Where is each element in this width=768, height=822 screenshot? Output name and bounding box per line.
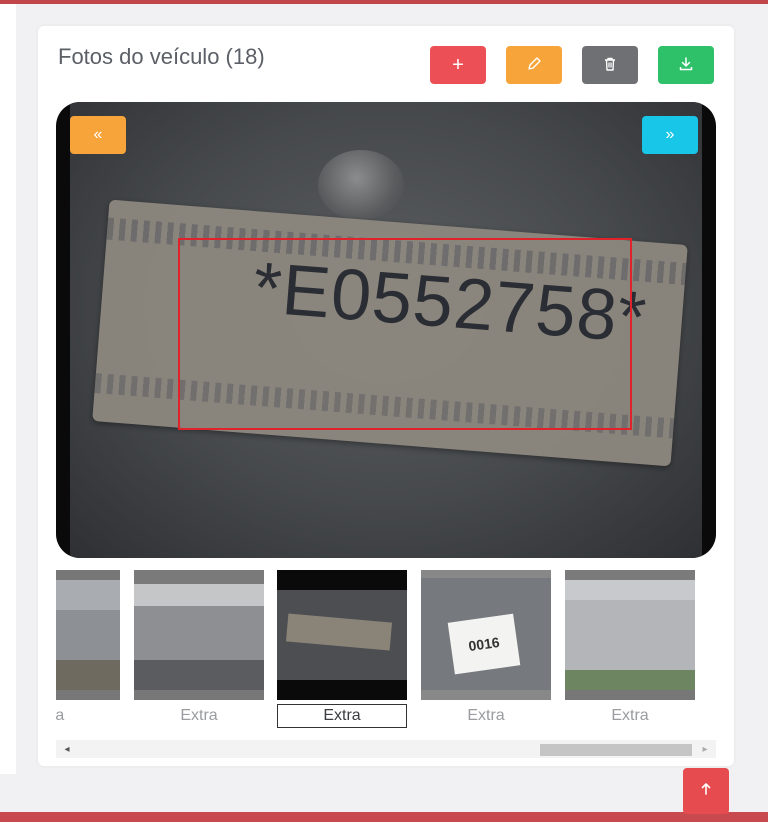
thumbnail-image xyxy=(565,570,695,700)
trash-icon xyxy=(602,56,618,75)
card-title: Fotos do veículo (18) xyxy=(58,44,265,69)
thumbnail-item[interactable]: Extra xyxy=(565,570,695,730)
photo-viewer[interactable]: *E0552758* « » xyxy=(56,102,716,558)
add-photo-button[interactable]: + xyxy=(430,46,486,84)
thumbnail-caption: Extra xyxy=(277,704,407,728)
thumbnail-card-text: 0016 xyxy=(447,613,521,675)
thumbnail-strip: tra Extra Extra 0016 Extra Extra xyxy=(56,570,716,732)
delete-photo-button[interactable] xyxy=(582,46,638,84)
detection-box xyxy=(178,238,632,430)
thumbnail-caption: tra xyxy=(56,707,65,724)
thumbnail-scrollbar[interactable]: ◂ ▸ xyxy=(56,740,716,758)
arrow-up-icon xyxy=(699,782,713,801)
thumbnail-image xyxy=(56,570,120,700)
bottom-bar xyxy=(0,812,768,822)
download-icon xyxy=(678,56,694,75)
thumbnail-item[interactable]: Extra xyxy=(134,570,264,730)
thumbnail-caption: Extra xyxy=(467,707,505,724)
scrollbar-thumb[interactable] xyxy=(540,744,692,756)
thumbnail-caption: Extra xyxy=(180,707,218,724)
thumbnail-caption: Extra xyxy=(611,707,649,724)
thumbnail-item-selected[interactable]: Extra xyxy=(277,570,407,730)
thumbnail-image xyxy=(277,570,407,700)
thumbnail-image xyxy=(134,570,264,700)
scroll-right-arrow-icon[interactable]: ▸ xyxy=(698,742,712,756)
vehicle-photos-card: Fotos do veículo (18) + *E0552758* « » t… xyxy=(38,26,734,766)
download-photo-button[interactable] xyxy=(658,46,714,84)
previous-photo-button[interactable]: « xyxy=(70,116,126,154)
back-to-top-button[interactable] xyxy=(683,768,729,814)
plus-icon: + xyxy=(452,53,464,76)
thumbnail-item[interactable]: 0016 Extra xyxy=(421,570,551,730)
left-panel-edge xyxy=(0,4,16,774)
photo-bolt-detail xyxy=(318,150,404,220)
top-bar xyxy=(0,0,768,4)
edit-photo-button[interactable] xyxy=(506,46,562,84)
vehicle-photo: *E0552758* xyxy=(70,102,702,558)
thumbnail-item[interactable]: tra xyxy=(56,570,120,730)
next-photo-button[interactable]: » xyxy=(642,116,698,154)
pencil-icon xyxy=(526,56,542,75)
scroll-left-arrow-icon[interactable]: ◂ xyxy=(60,742,74,756)
thumbnail-image: 0016 xyxy=(421,570,551,700)
